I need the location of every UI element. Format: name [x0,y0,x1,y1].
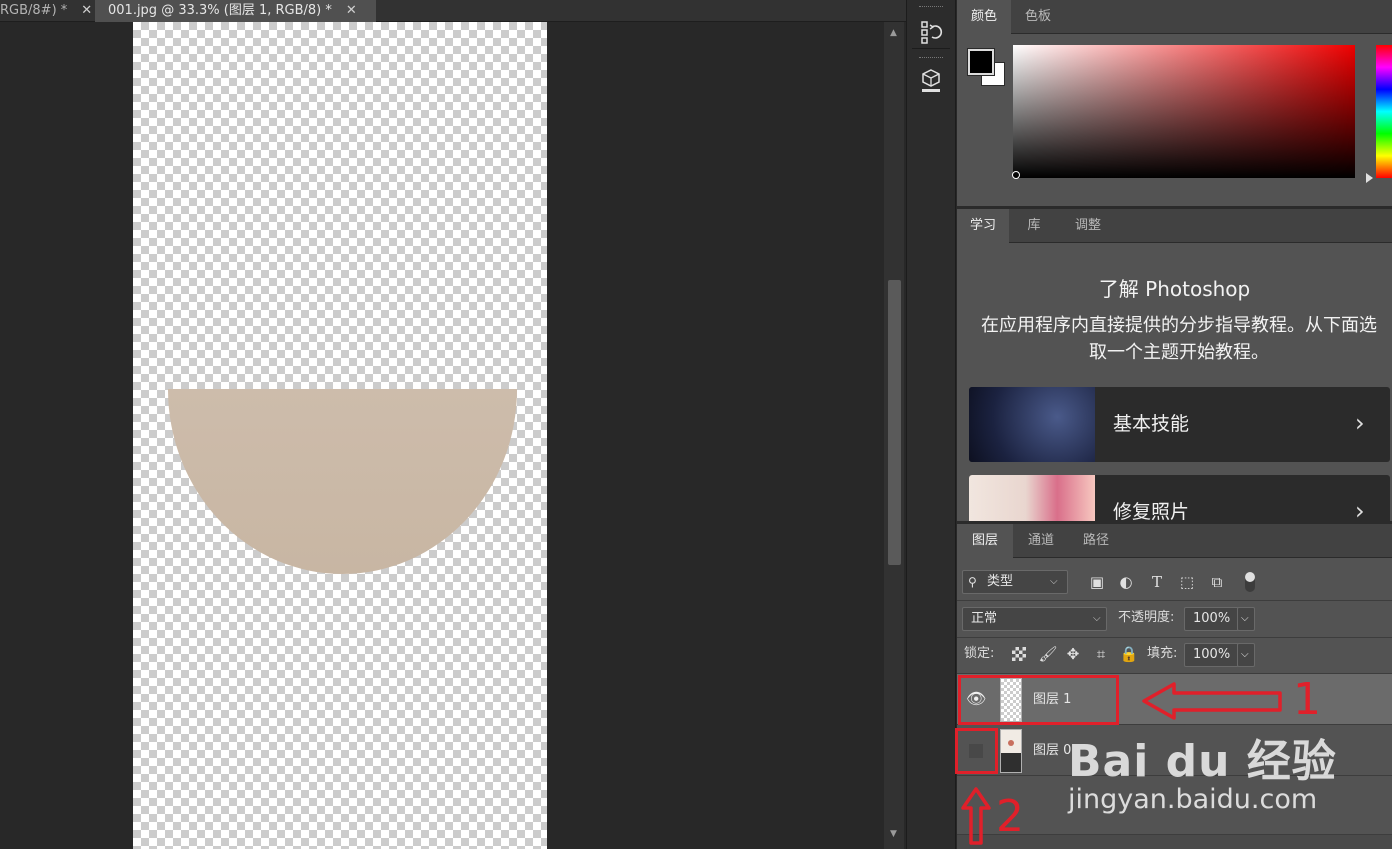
highlight-box-visibility-toggle [955,728,998,774]
search-icon: ⚲ [968,575,977,589]
lock-image-pixels-brush-icon[interactable]: 🖌 [1038,643,1058,665]
watermark-brand: Bai du 经验 [1068,736,1337,787]
tutorial-card-basic-skills[interactable]: 基本技能 › [969,387,1390,462]
scroll-down-icon[interactable]: ▼ [890,829,897,839]
dock-grip[interactable] [919,6,943,9]
filter-smart-object-icon[interactable]: ⧉ [1207,571,1227,593]
collapsed-panel-dock [906,0,956,849]
annotation-number-2: 2 [996,791,1024,842]
lock-artboard-icon[interactable]: ⌗ [1091,643,1111,665]
tutorial-card-clip: 修复照片 › [969,475,1390,521]
lock-all-icon[interactable]: 🔒 [1119,643,1139,665]
tab-title: 001.jpg @ 33.3% (图层 1, RGB/8) * [108,3,332,18]
layers-panel-tabs: 图层 通道 路径 [957,524,1392,558]
opacity-value: 100% [1193,611,1231,626]
filter-kind-value: 类型 [987,574,1014,589]
tab-channels[interactable]: 通道 [1013,524,1069,558]
filter-type-layer-icon[interactable]: T [1147,571,1167,593]
chevron-right-icon: › [1355,497,1365,521]
close-icon[interactable]: ✕ [346,3,357,18]
watermark-url: jingyan.baidu.com [1068,784,1318,815]
annotation-arrow-left-icon [1142,682,1282,720]
filter-shape-layer-icon[interactable]: ⬚ [1177,571,1197,593]
history-panel-button[interactable] [912,17,950,47]
annotation-number-1: 1 [1293,674,1321,725]
chevron-down-icon: ⌵ [1241,649,1249,660]
tab-adjustments[interactable]: 调整 [1059,209,1117,243]
blend-mode-value: 正常 [971,611,998,626]
tutorial-thumbnail [969,387,1095,462]
fill-dropdown-button[interactable]: ⌵ [1237,643,1255,667]
document-tab-inactive[interactable]: RGB/8#) * ✕ [0,0,93,22]
fill-label: 填充: [1147,646,1178,661]
row-divider [957,600,1392,601]
dock-divider [912,48,950,49]
cube-icon [922,69,940,92]
tutorial-card-label: 基本技能 [1113,413,1190,435]
tutorial-card-repair-photos[interactable]: 修复照片 › [969,475,1390,521]
opacity-dropdown-button[interactable]: ⌵ [1237,607,1255,631]
learn-panel-tabs: 学习 库 调整 [957,209,1392,243]
chevron-down-icon: ⌵ [1093,613,1101,624]
hue-slider-arrow-icon[interactable] [1366,173,1373,183]
tab-libraries[interactable]: 库 [1009,209,1059,243]
tab-paths[interactable]: 路径 [1069,524,1123,558]
3d-panel-button[interactable] [912,67,950,97]
filter-adjustment-layer-icon[interactable]: ◐ [1116,571,1136,593]
dock-grip[interactable] [919,57,943,60]
learn-panel-description: 在应用程序内直接提供的分步指导教程。从下面选取一个主题开始教程。 [981,315,1377,363]
color-picker-handle[interactable] [1012,171,1020,179]
lock-position-move-icon[interactable]: ✥ [1063,643,1083,665]
thumbnail-dot [1008,740,1014,746]
toggle-knob [1245,572,1255,582]
opacity-label: 不透明度: [1118,610,1175,625]
foreground-color-swatch[interactable] [967,48,995,76]
document-tab-bar: RGB/8#) * ✕ 001.jpg @ 33.3% (图层 1, RGB/8)… [0,0,906,22]
tab-layers[interactable]: 图层 [957,524,1013,558]
history-icon [921,21,943,44]
layer-name[interactable]: 图层 0 [1033,741,1071,761]
highlight-box-layer-1 [958,675,1119,725]
filter-pixel-layer-icon[interactable]: ▣ [1087,571,1107,593]
scrollbar-thumb[interactable] [888,280,901,565]
chevron-down-icon: ⌵ [1241,613,1249,624]
row-divider [957,637,1392,638]
tab-learn[interactable]: 学习 [957,209,1009,243]
scroll-up-icon[interactable]: ▲ [890,28,897,38]
fill-input[interactable]: 100% [1184,643,1239,667]
annotation-arrow-up-icon [961,787,991,845]
learn-panel-title: 了解 Photoshop [1098,277,1251,301]
tab-color[interactable]: 颜色 [957,0,1011,34]
lock-transparent-pixels-icon[interactable] [1012,647,1026,661]
filter-toggle-switch[interactable] [1245,572,1255,592]
lock-label: 锁定: [964,646,995,661]
hue-slider[interactable] [1376,45,1392,178]
tab-swatches[interactable]: 色板 [1011,0,1065,34]
fill-value: 100% [1193,647,1231,662]
close-icon[interactable]: ✕ [81,3,92,18]
saturation-brightness-field[interactable] [1013,45,1355,178]
opacity-input[interactable]: 100% [1184,607,1239,631]
tutorial-thumbnail [969,475,1095,521]
blend-mode-select[interactable]: 正常 [962,607,1107,631]
tutorial-card-label: 修复照片 [1113,501,1190,521]
chevron-down-icon: ⌵ [1050,576,1058,587]
chevron-right-icon: › [1355,409,1365,437]
document-tab-active[interactable]: 001.jpg @ 33.3% (图层 1, RGB/8) * ✕ [95,0,376,22]
layer-thumbnail [1000,729,1022,773]
color-panel-tabs: 颜色 色板 [957,0,1392,34]
tab-title: RGB/8#) * [0,3,68,18]
